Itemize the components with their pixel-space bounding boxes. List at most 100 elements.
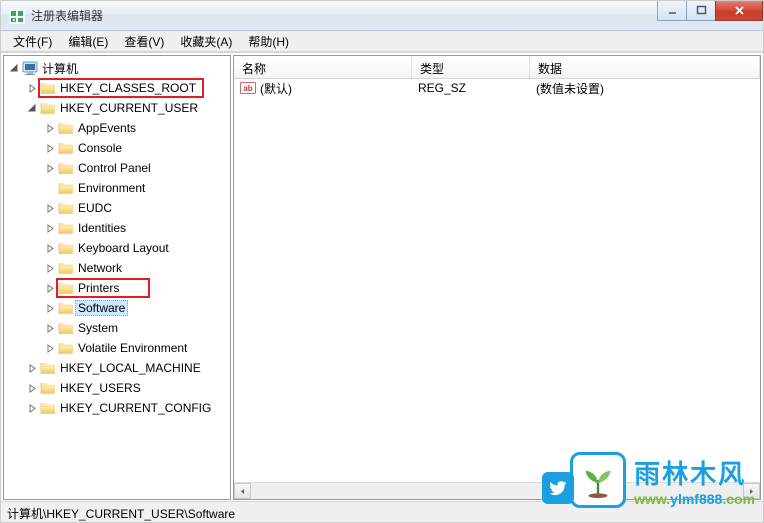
- expander-icon[interactable]: [44, 142, 56, 154]
- column-header-name[interactable]: 名称: [234, 56, 412, 78]
- expander-icon[interactable]: [26, 362, 38, 374]
- tree-node-network[interactable]: Network: [4, 258, 230, 278]
- scroll-track[interactable]: [251, 483, 743, 499]
- tree-label: HKEY_CURRENT_CONFIG: [60, 401, 211, 415]
- expander-icon[interactable]: [44, 202, 56, 214]
- scroll-right-button[interactable]: [743, 483, 760, 499]
- folder-icon: [40, 400, 56, 416]
- tree-label: Network: [78, 261, 122, 275]
- expander-icon[interactable]: [44, 302, 56, 314]
- computer-icon: [22, 60, 38, 76]
- tree-node-hku[interactable]: HKEY_USERS: [4, 378, 230, 398]
- menubar: 文件(F) 编辑(E) 查看(V) 收藏夹(A) 帮助(H): [1, 31, 763, 52]
- expander-icon[interactable]: [44, 342, 56, 354]
- menu-help[interactable]: 帮助(H): [240, 31, 297, 52]
- list-panel: 名称 类型 数据 (默认) REG_SZ (数值未设置): [233, 55, 761, 500]
- close-button[interactable]: [715, 1, 763, 21]
- titlebar: 注册表编辑器: [1, 1, 763, 31]
- expander-icon[interactable]: [44, 282, 56, 294]
- folder-icon: [58, 200, 74, 216]
- folder-icon: [58, 280, 74, 296]
- window-title: 注册表编辑器: [31, 7, 658, 24]
- string-value-icon: [240, 80, 256, 96]
- tree-label: Software: [75, 300, 128, 316]
- list-body[interactable]: (默认) REG_SZ (数值未设置): [234, 79, 760, 482]
- tree-label: Volatile Environment: [78, 341, 187, 355]
- tree-label: AppEvents: [78, 121, 136, 135]
- tree-label: Control Panel: [78, 161, 151, 175]
- tree-label: Identities: [78, 221, 126, 235]
- tree-node-software[interactable]: Software: [4, 298, 230, 318]
- window-buttons: [658, 1, 763, 21]
- tree-label: Console: [78, 141, 122, 155]
- folder-icon: [40, 380, 56, 396]
- folder-icon: [40, 100, 56, 116]
- expander-icon[interactable]: [8, 62, 20, 74]
- tree-label: HKEY_CLASSES_ROOT: [60, 81, 196, 95]
- folder-icon: [58, 140, 74, 156]
- tree-node-environment[interactable]: Environment: [4, 178, 230, 198]
- tree-node-hkcc[interactable]: HKEY_CURRENT_CONFIG: [4, 398, 230, 418]
- column-header-data[interactable]: 数据: [530, 56, 760, 78]
- folder-icon: [58, 340, 74, 356]
- tree-node-controlpanel[interactable]: Control Panel: [4, 158, 230, 178]
- tree-panel[interactable]: 计算机 HKEY_CLASSES_ROOT HKEY_CURRENT_USER …: [3, 55, 231, 500]
- tree-node-system[interactable]: System: [4, 318, 230, 338]
- expander-icon[interactable]: [44, 322, 56, 334]
- folder-icon: [58, 320, 74, 336]
- tree-node-eudc[interactable]: EUDC: [4, 198, 230, 218]
- tree-label: System: [78, 321, 118, 335]
- folder-icon: [58, 160, 74, 176]
- menu-view[interactable]: 查看(V): [116, 31, 172, 52]
- horizontal-scrollbar[interactable]: [234, 482, 760, 499]
- expander-icon[interactable]: [44, 242, 56, 254]
- tree-node-identities[interactable]: Identities: [4, 218, 230, 238]
- expander-icon[interactable]: [44, 262, 56, 274]
- tree-node-computer[interactable]: 计算机: [4, 58, 230, 78]
- statusbar: 计算机\HKEY_CURRENT_USER\Software: [1, 501, 763, 522]
- app-icon: [9, 8, 25, 24]
- tree-node-appevents[interactable]: AppEvents: [4, 118, 230, 138]
- expander-icon[interactable]: [26, 402, 38, 414]
- tree-label: Environment: [78, 181, 145, 195]
- tree-node-hkcu[interactable]: HKEY_CURRENT_USER: [4, 98, 230, 118]
- tree-label: HKEY_USERS: [60, 381, 141, 395]
- maximize-button[interactable]: [686, 1, 716, 21]
- tree-node-volatile[interactable]: Volatile Environment: [4, 338, 230, 358]
- expander-icon[interactable]: [44, 122, 56, 134]
- status-path: 计算机\HKEY_CURRENT_USER\Software: [7, 507, 235, 521]
- cell-name: (默认): [234, 80, 412, 97]
- list-header: 名称 类型 数据: [234, 56, 760, 79]
- folder-icon: [40, 80, 56, 96]
- tree-node-hkcr[interactable]: HKEY_CLASSES_ROOT: [4, 78, 230, 98]
- registry-tree: 计算机 HKEY_CLASSES_ROOT HKEY_CURRENT_USER …: [4, 56, 230, 420]
- tree-node-keyboard[interactable]: Keyboard Layout: [4, 238, 230, 258]
- expander-icon[interactable]: [44, 162, 56, 174]
- scroll-left-button[interactable]: [234, 483, 251, 499]
- list-row[interactable]: (默认) REG_SZ (数值未设置): [234, 79, 760, 97]
- tree-node-console[interactable]: Console: [4, 138, 230, 158]
- menu-file[interactable]: 文件(F): [5, 31, 60, 52]
- tree-label: 计算机: [42, 60, 78, 77]
- folder-icon: [58, 300, 74, 316]
- tree-label: HKEY_CURRENT_USER: [60, 101, 198, 115]
- tree-node-hklm[interactable]: HKEY_LOCAL_MACHINE: [4, 358, 230, 378]
- expander-icon[interactable]: [26, 382, 38, 394]
- expander-icon[interactable]: [26, 102, 38, 114]
- minimize-button[interactable]: [657, 1, 687, 21]
- expander-icon[interactable]: [44, 222, 56, 234]
- menu-favorites[interactable]: 收藏夹(A): [172, 31, 240, 52]
- tree-label: Keyboard Layout: [78, 241, 169, 255]
- column-header-type[interactable]: 类型: [412, 56, 530, 78]
- cell-type: REG_SZ: [412, 81, 530, 95]
- expander-icon[interactable]: [26, 82, 38, 94]
- folder-icon: [58, 220, 74, 236]
- folder-icon: [40, 360, 56, 376]
- tree-label: HKEY_LOCAL_MACHINE: [60, 361, 201, 375]
- folder-icon: [58, 260, 74, 276]
- tree-node-printers[interactable]: Printers: [4, 278, 230, 298]
- menu-edit[interactable]: 编辑(E): [60, 31, 116, 52]
- folder-icon: [58, 120, 74, 136]
- folder-icon: [58, 240, 74, 256]
- tree-label: EUDC: [78, 201, 112, 215]
